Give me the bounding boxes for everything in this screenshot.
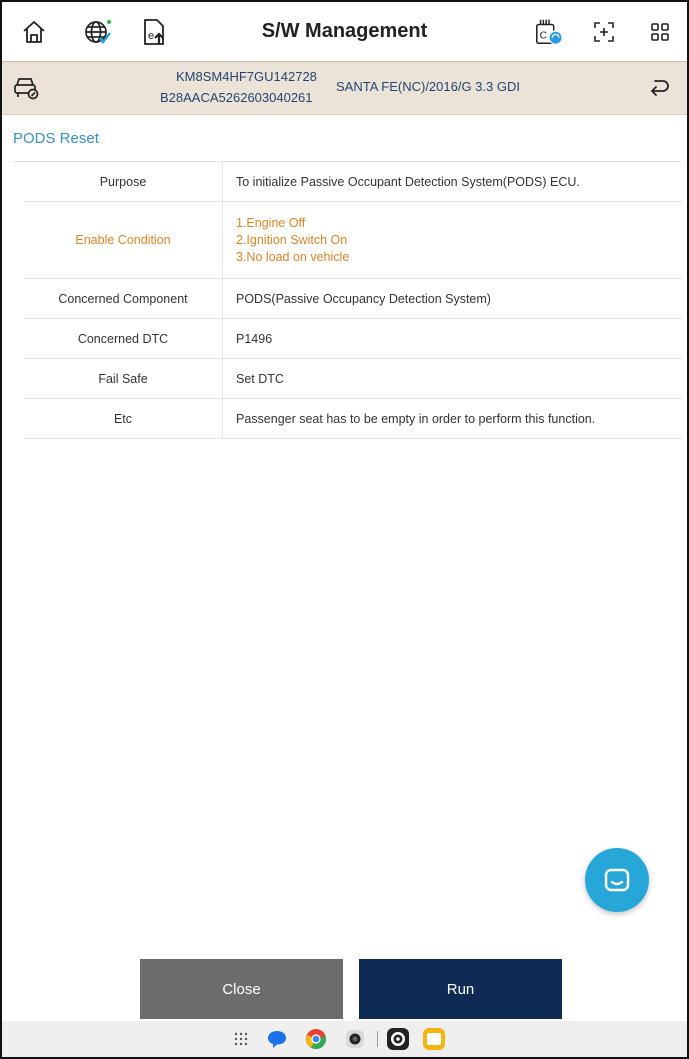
home-icon[interactable] <box>18 16 50 48</box>
condition-item: 2.Ignition Switch On <box>236 232 348 247</box>
chat-fab-button[interactable] <box>585 848 649 912</box>
condition-list: 1.Engine Off 2.Ignition Switch On 3.No l… <box>222 201 682 279</box>
row-value: To initialize Passive Occupant Detection… <box>222 162 682 202</box>
close-button[interactable]: Close <box>140 959 343 1019</box>
row-label: Fail Safe <box>24 358 223 399</box>
svg-text:C: C <box>540 31 548 42</box>
vehicle-model: SANTA FE(NC)/2016/G 3.3 GDI <box>336 79 520 94</box>
svg-text:e: e <box>148 30 154 42</box>
row-value: Set DTC <box>222 358 682 399</box>
globe-check-icon[interactable] <box>82 16 114 48</box>
run-button[interactable]: Run <box>359 959 562 1019</box>
section-title: PODS Reset <box>13 130 99 147</box>
return-icon[interactable] <box>647 77 671 99</box>
nav-divider <box>377 1031 378 1047</box>
vehicle-info-bar: KM8SM4HF7GU142728 B28AACA5262603040261 S… <box>2 61 687 115</box>
table-row: Purpose To initialize Passive Occupant D… <box>24 162 682 202</box>
table-row: Concerned DTC P1496 <box>24 318 682 359</box>
app-window: e S/W Management C KM8SM4HF7GU142728 B28… <box>0 0 689 1059</box>
top-toolbar: e S/W Management C <box>2 2 687 60</box>
row-value: Passenger seat has to be empty in order … <box>222 398 682 439</box>
menu-grid-icon[interactable] <box>644 16 676 48</box>
row-value: P1496 <box>222 318 682 359</box>
table-row: Etc Passenger seat has to be empty in or… <box>24 398 682 439</box>
chat-icon <box>604 868 630 892</box>
messages-app-icon[interactable] <box>265 1027 289 1051</box>
ecu-upload-icon[interactable]: e <box>138 16 170 48</box>
table-row: Concerned Component PODS(Passive Occupan… <box>24 278 682 319</box>
row-value: PODS(Passive Occupancy Detection System) <box>222 278 682 319</box>
row-label: Concerned Component <box>24 278 223 319</box>
row-label: Etc <box>24 398 223 439</box>
camera-app-icon[interactable] <box>343 1027 367 1051</box>
vin-number: KM8SM4HF7GU142728 <box>176 69 317 84</box>
chrome-app-icon[interactable] <box>304 1027 328 1051</box>
ecu-id: B28AACA5262603040261 <box>160 90 313 105</box>
condition-item: 3.No load on vehicle <box>236 249 350 264</box>
diagnostic-app-icon[interactable] <box>386 1027 410 1051</box>
info-table: Purpose To initialize Passive Occupant D… <box>24 162 682 439</box>
system-nav-bar <box>2 1021 687 1057</box>
row-label: Concerned DTC <box>24 318 223 359</box>
table-row: Fail Safe Set DTC <box>24 358 682 399</box>
screen-capture-icon[interactable] <box>588 16 620 48</box>
vci-status-icon[interactable]: C <box>533 16 565 48</box>
table-row: Enable Condition 1.Engine Off 2.Ignition… <box>24 201 682 279</box>
notes-app-icon[interactable] <box>422 1027 446 1051</box>
vehicle-diagnosis-icon[interactable] <box>12 75 40 101</box>
condition-item: 1.Engine Off <box>236 215 306 230</box>
row-label: Enable Condition <box>24 201 223 279</box>
row-label: Purpose <box>24 162 223 202</box>
app-drawer-icon[interactable] <box>229 1027 253 1051</box>
